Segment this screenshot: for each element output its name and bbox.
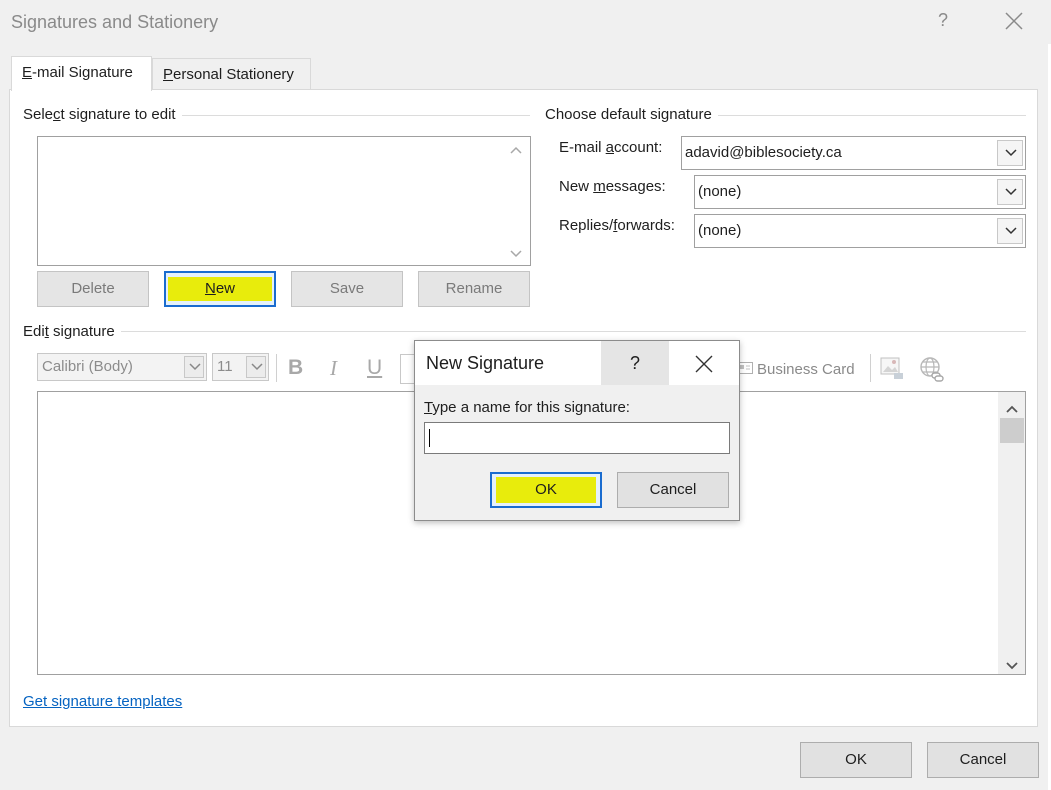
select-value: Calibri (Body): [42, 358, 133, 375]
tab-label: ersonal Stationery: [173, 66, 294, 83]
label-accel: c: [53, 106, 61, 123]
button-accel: N: [204, 280, 216, 297]
button-label: ew: [215, 280, 236, 297]
toolbar-separator: [276, 354, 277, 382]
ok-button[interactable]: OK: [800, 742, 912, 778]
tab-label: -mail Signature: [32, 64, 133, 81]
dialog-title: New Signature: [426, 353, 545, 373]
highlight-mark: OK: [496, 477, 596, 503]
close-button[interactable]: [1001, 8, 1027, 34]
select-value: (none): [698, 183, 742, 200]
highlight-mark: New: [168, 277, 272, 301]
label-text: ccount:: [614, 139, 663, 156]
email-account-select[interactable]: adavid@biblesociety.ca: [681, 136, 1026, 170]
scroll-thumb[interactable]: [1000, 418, 1024, 443]
label-accel: m: [593, 178, 606, 195]
label-accel: a: [605, 139, 615, 156]
scroll-down-icon[interactable]: [510, 247, 522, 261]
new-button[interactable]: New: [164, 271, 276, 307]
color-picker[interactable]: [400, 354, 414, 384]
tab-personal-stationery[interactable]: Personal Stationery: [152, 58, 311, 90]
label-text: Edi: [23, 323, 45, 340]
select-value: 11: [217, 358, 233, 375]
toolbar-separator: [870, 354, 871, 382]
insert-hyperlink-icon[interactable]: [919, 356, 945, 386]
label-text: t signature to edit: [60, 106, 176, 123]
dialog-cancel-button[interactable]: Cancel: [617, 472, 729, 508]
select-signature-label: Select signature to edit: [23, 106, 182, 123]
close-icon: [1005, 12, 1023, 30]
signature-list[interactable]: [37, 136, 531, 266]
replies-forwards-select[interactable]: (none): [694, 214, 1026, 248]
window-title: Signatures and Stationery: [11, 12, 219, 32]
label-text: New: [559, 178, 594, 195]
label-text: orwards:: [617, 217, 675, 234]
close-icon: [695, 355, 713, 373]
underline-button[interactable]: U: [367, 356, 382, 380]
cancel-button[interactable]: Cancel: [927, 742, 1039, 778]
text-caret: [429, 429, 430, 447]
get-signature-templates-link[interactable]: Get signature templates: [23, 693, 182, 710]
new-messages-label: New messages:: [559, 178, 666, 195]
select-value: (none): [698, 222, 742, 239]
chevron-down-icon[interactable]: [997, 218, 1023, 244]
label-text: essages:: [605, 178, 666, 195]
scroll-up-icon[interactable]: [1006, 400, 1018, 417]
dialog-close-button[interactable]: [693, 353, 715, 375]
scroll-down-icon[interactable]: [1006, 657, 1018, 674]
select-value: adavid@biblesociety.ca: [685, 144, 842, 161]
dialog-help-button[interactable]: ?: [601, 341, 669, 385]
dialog-prompt: Type a name for this signature:: [424, 399, 630, 416]
label-text: ype a name for this signature:: [432, 399, 630, 416]
section-divider: [30, 331, 1026, 332]
save-button[interactable]: Save: [291, 271, 403, 307]
chevron-down-icon[interactable]: [997, 140, 1023, 166]
chevron-down-icon[interactable]: [246, 356, 266, 378]
delete-button[interactable]: Delete: [37, 271, 149, 307]
label-text: E-mail: [559, 139, 606, 156]
dialog-ok-button[interactable]: OK: [490, 472, 602, 508]
new-signature-dialog: New Signature ? Type a name for this sig…: [414, 340, 740, 521]
chevron-down-icon[interactable]: [997, 179, 1023, 205]
label-text: signature: [48, 323, 115, 340]
bold-button[interactable]: B: [288, 356, 303, 380]
tab-email-signature[interactable]: E-mail Signature: [11, 56, 152, 91]
signature-name-input[interactable]: [424, 422, 730, 454]
default-signature-label: Choose default signature: [545, 106, 718, 123]
label-text: Replies/: [559, 217, 614, 234]
font-size-select[interactable]: 11: [212, 353, 269, 381]
tab-accel: P: [163, 66, 174, 83]
font-select[interactable]: Calibri (Body): [37, 353, 207, 381]
edit-signature-label: Edit signature: [23, 323, 121, 340]
italic-button[interactable]: I: [330, 356, 337, 381]
new-messages-select[interactable]: (none): [694, 175, 1026, 209]
email-account-label: E-mail account:: [559, 139, 662, 156]
rename-button[interactable]: Rename: [418, 271, 530, 307]
replies-forwards-label: Replies/forwards:: [559, 217, 675, 234]
tab-accel: E: [22, 64, 33, 81]
scroll-up-icon[interactable]: [510, 143, 522, 157]
help-button[interactable]: ?: [938, 10, 948, 31]
insert-picture-icon[interactable]: [880, 356, 904, 386]
label-text: Sele: [23, 106, 54, 123]
business-card-button[interactable]: Business Card: [757, 361, 855, 378]
chevron-down-icon[interactable]: [184, 356, 204, 378]
